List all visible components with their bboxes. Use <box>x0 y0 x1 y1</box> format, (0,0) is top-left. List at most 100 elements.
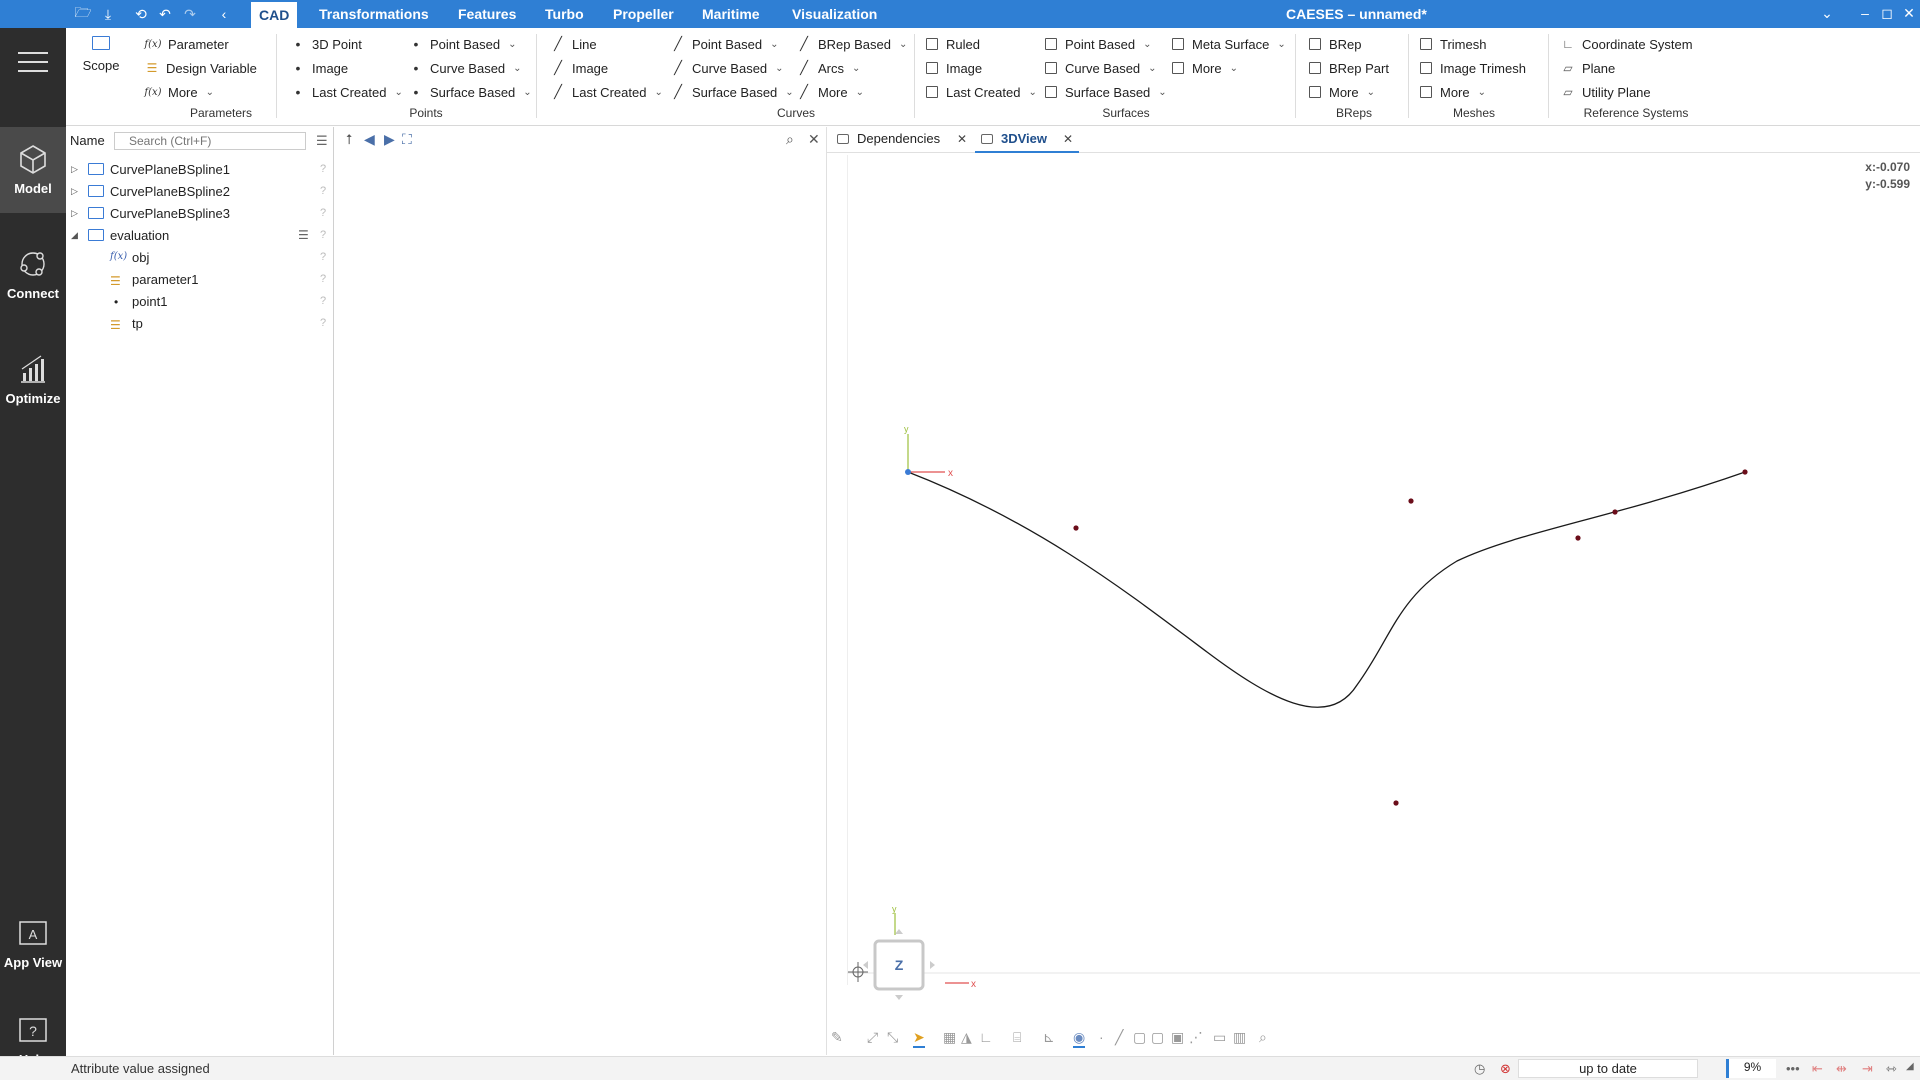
control-point[interactable] <box>1612 509 1618 515</box>
cube-up-arrow-icon[interactable] <box>895 929 903 934</box>
curve-brep-based-button[interactable]: BRep Based ⌄ <box>796 34 907 54</box>
control-point[interactable] <box>1393 800 1399 806</box>
point-image-button[interactable]: Image <box>290 58 348 78</box>
mesh-filter-icon[interactable]: ⋰ <box>1189 1029 1203 1046</box>
expand-down-icon[interactable]: ◢ <box>71 230 78 241</box>
tree-search-input[interactable] <box>114 132 306 150</box>
menu-tab-turbo[interactable]: Turbo <box>537 0 592 28</box>
window-menu-chevron-icon[interactable]: ⌄ <box>1816 0 1838 26</box>
open-file-icon[interactable]: 🗁 <box>73 4 93 24</box>
zoom-extent-icon[interactable]: ⤡ <box>887 1029 898 1046</box>
3d-viewport[interactable]: y x y x Z <box>827 127 1920 1027</box>
menu-tab-features[interactable]: Features <box>450 0 524 28</box>
next-arrow-icon[interactable]: ▶ <box>384 131 395 148</box>
brep-more-button[interactable]: More ⌄ <box>1309 82 1375 102</box>
rail-item-app-view[interactable]: A App View <box>0 901 66 987</box>
curve-filter-icon[interactable]: ╱ <box>1115 1029 1123 1046</box>
section-filter-icon[interactable]: ▥ <box>1233 1029 1246 1046</box>
view-perspective-icon[interactable]: ◮ <box>961 1029 972 1046</box>
view-front-icon[interactable]: ▦ <box>943 1029 956 1046</box>
scope-button[interactable]: Scope <box>80 36 122 73</box>
close-icon[interactable]: ✕ <box>808 131 820 148</box>
surface-meta-surface-button[interactable]: Meta Surface ⌄ <box>1172 34 1286 54</box>
tree-row-parameter1[interactable]: parameter1 ? <box>66 268 334 290</box>
point-3d-button[interactable]: 3D Point <box>290 34 362 54</box>
split-right-icon[interactable]: ⇥ <box>1862 1061 1873 1077</box>
screenshot-icon[interactable]: ⌸ <box>1013 1029 1021 1046</box>
control-point[interactable] <box>1575 535 1581 541</box>
visibility-toggle-icon[interactable]: ◉ <box>1073 1029 1086 1048</box>
edit-pencil-icon[interactable]: ✎ <box>831 1029 843 1046</box>
menu-tab-transformations[interactable]: Transformations <box>311 0 437 28</box>
resize-grip-icon[interactable]: ◢ <box>1906 1061 1914 1072</box>
sync-icon[interactable]: ⛶ <box>402 131 412 148</box>
save-icon[interactable]: ⤓ <box>98 4 118 24</box>
split-center-icon[interactable]: ⇹ <box>1836 1061 1847 1077</box>
history-icon[interactable]: ◷ <box>1474 1061 1485 1077</box>
undo-icon[interactable]: ↶ <box>155 4 175 24</box>
utility-plane-button[interactable]: ▱ Utility Plane <box>1560 82 1650 102</box>
expand-right-icon[interactable]: ▷ <box>71 208 78 219</box>
minimize-icon[interactable]: – <box>1854 0 1876 26</box>
filter-settings-icon[interactable]: ☰ <box>316 133 328 149</box>
bspline-curve[interactable] <box>907 471 1746 708</box>
hamburger-menu-icon[interactable] <box>18 52 48 72</box>
surface-point-based-button[interactable]: Point Based ⌄ <box>1045 34 1152 54</box>
parameters-more-button[interactable]: f(x) More ⌄ <box>144 82 214 102</box>
menu-tab-visualization[interactable]: Visualization <box>784 0 885 28</box>
design-variable-button[interactable]: Design Variable <box>144 58 257 78</box>
settings-sliders-icon[interactable]: ☰ <box>298 228 309 242</box>
redo-icon[interactable]: ↷ <box>180 4 200 24</box>
tree-row-curveplanebspline1[interactable]: ▷ CurvePlaneBSpline1 ? <box>66 158 334 180</box>
curve-arcs-button[interactable]: Arcs ⌄ <box>796 58 860 78</box>
rail-item-connect[interactable]: Connect <box>0 232 66 318</box>
brep-button[interactable]: BRep <box>1309 34 1362 54</box>
mesh-more-button[interactable]: More ⌄ <box>1420 82 1486 102</box>
surface-filter-icon[interactable]: ▢ <box>1133 1029 1146 1046</box>
control-point[interactable] <box>1408 498 1414 504</box>
tree-name-column[interactable]: Name <box>70 133 105 148</box>
menu-tab-maritime[interactable]: Maritime <box>694 0 768 28</box>
plane-filter-icon[interactable]: ▭ <box>1213 1029 1226 1046</box>
stop-icon[interactable]: ⊗ <box>1500 1061 1511 1077</box>
rail-item-model[interactable]: Model <box>0 127 66 213</box>
point-surface-based-button[interactable]: Surface Based ⌄ <box>408 82 532 102</box>
rail-item-optimize[interactable]: Optimize <box>0 337 66 423</box>
curve-point-based-button[interactable]: Point Based ⌄ <box>670 34 779 54</box>
curve-line-button[interactable]: Line <box>550 34 597 54</box>
plane-button[interactable]: ▱ Plane <box>1560 58 1615 78</box>
surface-image-button[interactable]: Image <box>926 58 982 78</box>
tree-row-tp[interactable]: tp ? <box>66 312 334 334</box>
previous-arrow-icon[interactable]: ◀ <box>364 131 375 148</box>
point-filter-icon[interactable]: · <box>1099 1029 1104 1045</box>
curve-surface-based-button[interactable]: Surface Based ⌄ <box>670 82 794 102</box>
split-left-icon[interactable]: ⇤ <box>1812 1061 1823 1077</box>
fit-view-icon[interactable]: ⤢ <box>867 1029 878 1046</box>
select-cursor-icon[interactable]: ➤ <box>913 1029 925 1048</box>
undo-history-icon[interactable]: ⟲ <box>131 4 151 24</box>
tree-row-point1[interactable]: • point1 ? <box>66 290 334 312</box>
pin-icon[interactable]: ⭡ <box>346 131 353 148</box>
tree-row-curveplanebspline2[interactable]: ▷ CurvePlaneBSpline2 ? <box>66 180 334 202</box>
back-chevron-icon[interactable]: ‹ <box>214 4 234 24</box>
cube-down-arrow-icon[interactable] <box>895 995 903 1000</box>
cube-right-arrow-icon[interactable] <box>930 961 935 969</box>
surface-more-button[interactable]: More ⌄ <box>1172 58 1238 78</box>
parameter-button[interactable]: f(x) Parameter <box>144 34 228 54</box>
axes-icon[interactable]: ∟ <box>979 1029 993 1045</box>
expand-right-icon[interactable]: ▷ <box>71 164 78 175</box>
expand-right-icon[interactable]: ▷ <box>71 186 78 197</box>
search-icon[interactable]: ⌕ <box>786 131 794 148</box>
curve-curve-based-button[interactable]: Curve Based ⌄ <box>670 58 784 78</box>
surface-curve-based-button[interactable]: Curve Based ⌄ <box>1045 58 1157 78</box>
solid-filter-icon[interactable]: ▣ <box>1171 1029 1184 1046</box>
control-point[interactable] <box>1073 525 1079 531</box>
menu-tab-propeller[interactable]: Propeller <box>605 0 682 28</box>
trimesh-button[interactable]: Trimesh <box>1420 34 1486 54</box>
surface-ruled-button[interactable]: Ruled <box>926 34 980 54</box>
curve-image-button[interactable]: Image <box>550 58 608 78</box>
menu-tab-cad[interactable]: CAD <box>251 2 298 28</box>
point-curve-based-button[interactable]: Curve Based ⌄ <box>408 58 522 78</box>
panel-toggle-icon[interactable]: ⇿ <box>1886 1061 1897 1077</box>
view-cube[interactable]: y x Z <box>863 904 976 1000</box>
